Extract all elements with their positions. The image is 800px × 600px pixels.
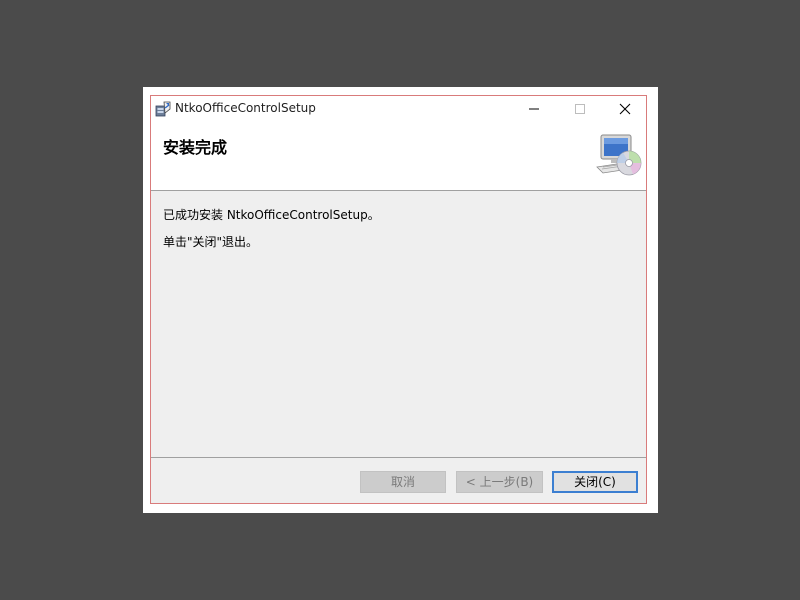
maximize-icon <box>575 104 585 114</box>
install-success-message: 已成功安装 NtkoOfficeControlSetup。 <box>163 208 380 222</box>
footer-divider <box>151 457 646 458</box>
close-button[interactable]: 关闭(C) <box>552 471 638 493</box>
page-title: 安装完成 <box>163 138 228 157</box>
computer-cd-icon <box>595 133 643 177</box>
exit-instruction: 单击"关闭"退出。 <box>163 235 259 249</box>
installer-icon <box>155 100 172 117</box>
installer-window: NtkoOfficeControlSetup 安装完成 已成功安装 NtkoOf… <box>150 95 647 504</box>
maximize-button[interactable] <box>557 96 603 121</box>
minimize-button[interactable] <box>511 96 557 121</box>
cancel-button[interactable]: 取消 <box>360 471 446 493</box>
close-icon <box>619 103 631 115</box>
close-window-button[interactable] <box>602 96 648 121</box>
window-title: NtkoOfficeControlSetup <box>175 101 316 115</box>
minimize-icon <box>529 108 539 110</box>
title-bar[interactable]: NtkoOfficeControlSetup <box>151 96 646 121</box>
wizard-header: 安装完成 <box>151 121 646 191</box>
back-button[interactable]: < 上一步(B) <box>456 471 543 493</box>
